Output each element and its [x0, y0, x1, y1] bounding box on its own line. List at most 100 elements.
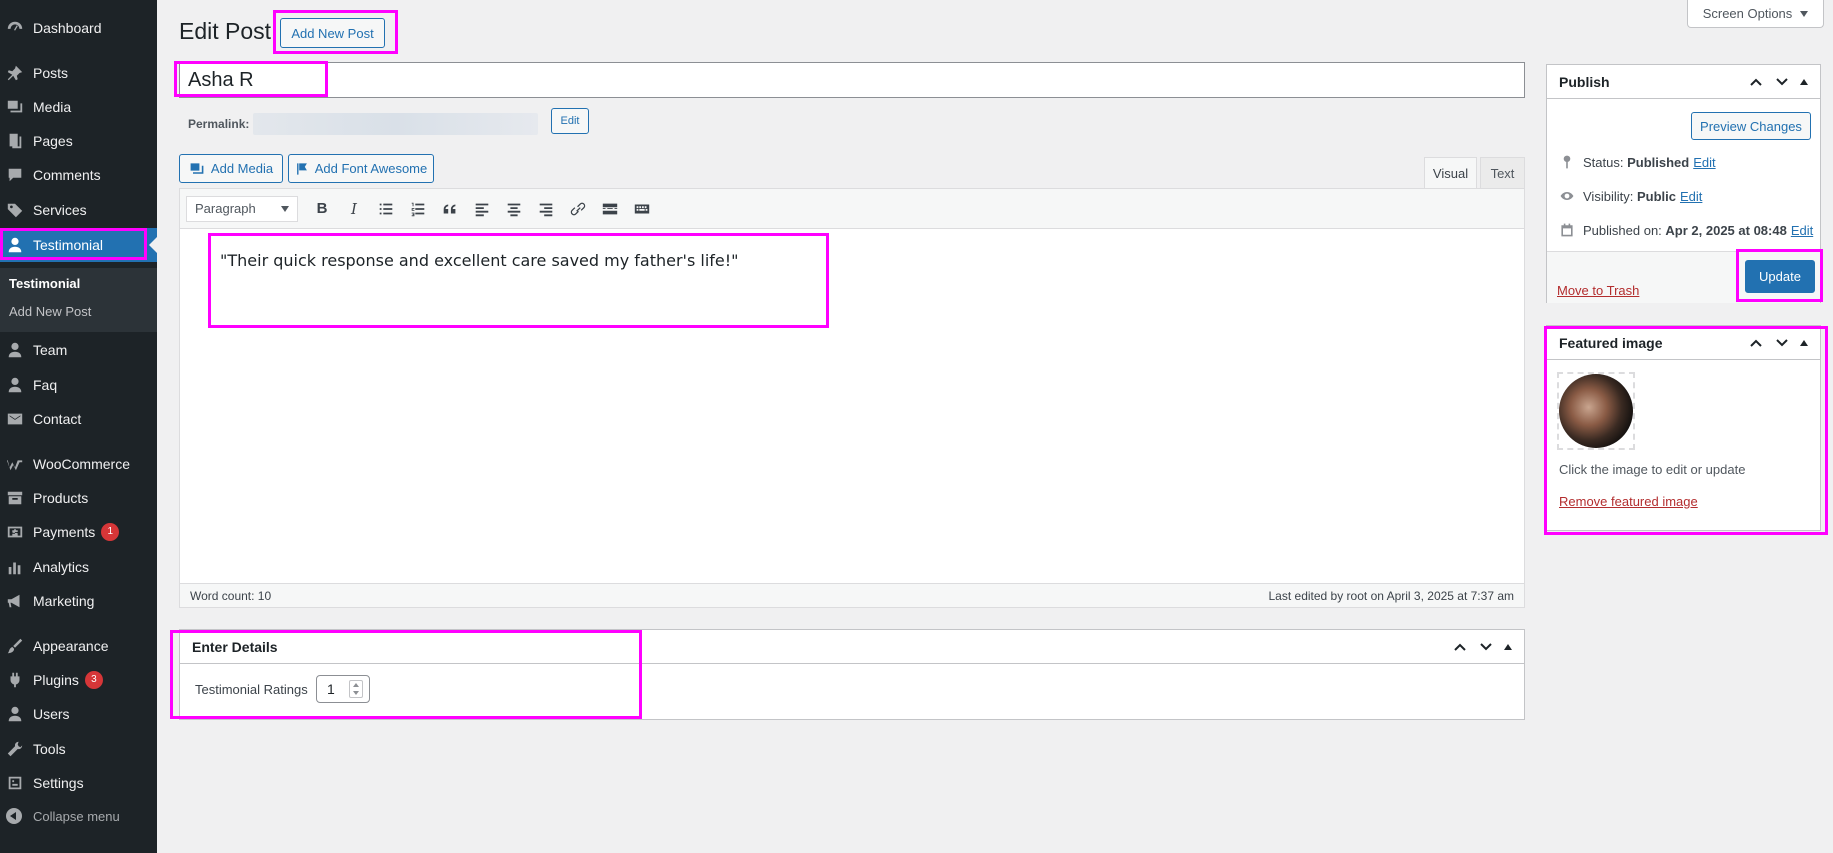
collapse-menu-button[interactable]: Collapse menu [0, 804, 120, 828]
sidebar-item-label: Team [33, 342, 68, 358]
submenu-item-add-new-post[interactable]: Add New Post [9, 304, 91, 319]
sidebar-item-label: Services [33, 202, 87, 218]
settings-icon [5, 773, 25, 793]
collapse-icon [6, 808, 22, 824]
move-up-icon[interactable] [1748, 335, 1764, 351]
permalink-url-blurred[interactable] [253, 113, 539, 135]
insert-link-button[interactable] [562, 195, 594, 223]
sidebar-item-posts[interactable]: Posts [0, 56, 157, 90]
sidebar-item-label: Plugins [33, 672, 79, 688]
toggle-panel-icon[interactable] [1800, 78, 1808, 85]
align-right-button[interactable] [530, 195, 562, 223]
sidebar-item-label: Appearance [33, 638, 109, 654]
status-value: Published [1627, 154, 1690, 170]
sidebar-item-label: Marketing [33, 593, 95, 609]
last-edited: Last edited by root on April 3, 2025 at … [1268, 588, 1515, 603]
italic-button[interactable]: I [338, 195, 370, 223]
money-icon [5, 522, 25, 542]
align-left-button[interactable] [466, 195, 498, 223]
featured-image-box: Featured image Click the image to edit o… [1546, 325, 1821, 531]
toggle-panel-icon[interactable] [1800, 339, 1808, 346]
permalink-edit-button[interactable]: Edit [551, 108, 589, 134]
payments-badge: 1 [101, 523, 120, 541]
sidebar-item-label: Tools [33, 741, 66, 757]
sidebar-item-services[interactable]: Services [0, 193, 157, 227]
sidebar-item-analytics[interactable]: Analytics [0, 550, 157, 584]
featured-image-thumbnail[interactable] [1559, 374, 1633, 448]
tab-text[interactable]: Text [1480, 157, 1525, 189]
sidebar-item-settings[interactable]: Settings [0, 766, 157, 800]
admin-sidebar: Dashboard Posts Media Pages Comments Ser… [0, 0, 157, 853]
blockquote-button[interactable] [434, 195, 466, 223]
sidebar-item-products[interactable]: Products [0, 481, 157, 515]
sidebar-item-woocommerce[interactable]: WooCommerce [0, 447, 157, 481]
sidebar-item-comments[interactable]: Comments [0, 158, 157, 192]
bold-button[interactable]: B [306, 195, 338, 223]
enter-details-box: Enter Details Testimonial Ratings 1 [179, 629, 1525, 720]
screen-options-label: Screen Options [1702, 6, 1793, 21]
read-more-button[interactable] [594, 195, 626, 223]
sidebar-item-pages[interactable]: Pages [0, 124, 157, 158]
plugin-icon [5, 670, 25, 690]
sidebar-item-label: Faq [33, 377, 58, 393]
preview-changes-button[interactable]: Preview Changes [1691, 112, 1811, 140]
sidebar-item-label: WooCommerce [33, 456, 130, 472]
add-new-post-button[interactable]: Add New Post [280, 18, 385, 48]
published-label: Published on: [1583, 222, 1662, 238]
move-down-icon[interactable] [1774, 335, 1790, 351]
sidebar-item-faq[interactable]: Faq [0, 368, 157, 402]
sidebar-item-team[interactable]: Team [0, 333, 157, 367]
move-down-icon[interactable] [1774, 74, 1790, 90]
testimonial-submenu: Testimonial Add New Post [0, 268, 157, 332]
toggle-panel-icon[interactable] [1504, 643, 1512, 650]
align-center-button[interactable] [498, 195, 530, 223]
sidebar-item-label: Comments [33, 167, 101, 183]
add-media-button[interactable]: Add Media [179, 154, 283, 183]
add-font-awesome-button[interactable]: Add Font Awesome [288, 154, 434, 183]
publish-header: Publish [1547, 65, 1820, 99]
user-icon [5, 375, 25, 395]
comment-icon [5, 165, 25, 185]
sidebar-item-plugins[interactable]: Plugins 3 [0, 663, 157, 697]
move-up-icon[interactable] [1452, 639, 1468, 655]
format-select[interactable]: Paragraph [186, 195, 298, 222]
word-count: Word count: 10 [190, 588, 272, 603]
sidebar-item-contact[interactable]: Contact [0, 402, 157, 436]
numbered-list-button[interactable] [402, 195, 434, 223]
publish-title: Publish [1559, 73, 1610, 90]
post-title-input[interactable]: Asha R [179, 62, 1525, 98]
move-up-icon[interactable] [1748, 74, 1764, 90]
editor-content[interactable]: "Their quick response and excellent care… [220, 251, 739, 270]
megaphone-icon [5, 591, 25, 611]
status-edit-link[interactable]: Edit [1693, 155, 1715, 170]
visibility-edit-link[interactable]: Edit [1680, 189, 1702, 204]
sidebar-item-media[interactable]: Media [0, 90, 157, 124]
number-spinner[interactable] [349, 680, 363, 698]
published-edit-link[interactable]: Edit [1791, 223, 1813, 238]
bold-icon: B [316, 200, 328, 217]
toolbar-toggle-button[interactable] [626, 195, 658, 223]
bullet-list-button[interactable] [370, 195, 402, 223]
sidebar-item-marketing[interactable]: Marketing [0, 584, 157, 618]
editor-toolbar: Paragraph B I [180, 189, 1524, 229]
align-center-icon [507, 203, 521, 216]
sidebar-item-appearance[interactable]: Appearance [0, 629, 157, 663]
move-to-trash-link[interactable]: Move to Trash [1557, 283, 1639, 298]
sidebar-item-users[interactable]: Users [0, 697, 157, 731]
ratings-number-input[interactable]: 1 [316, 675, 370, 703]
sidebar-item-tools[interactable]: Tools [0, 732, 157, 766]
update-button[interactable]: Update [1745, 260, 1815, 293]
screen-options-button[interactable]: Screen Options [1687, 0, 1824, 28]
tab-visual[interactable]: Visual [1424, 157, 1477, 189]
sidebar-item-payments[interactable]: Payments 1 [0, 515, 157, 549]
editor-status-bar: Word count: 10 Last edited by root on Ap… [180, 583, 1524, 607]
eye-icon [1560, 192, 1574, 200]
sidebar-item-testimonial[interactable]: Testimonial [0, 228, 157, 262]
sidebar-item-dashboard[interactable]: Dashboard [0, 11, 157, 45]
submenu-item-testimonial[interactable]: Testimonial [9, 276, 80, 291]
move-down-icon[interactable] [1478, 639, 1494, 655]
page-title: Edit Post [179, 18, 272, 44]
status-row: Status: Published Edit [1559, 154, 1716, 170]
remove-featured-image-link[interactable]: Remove featured image [1559, 494, 1698, 509]
permalink-row: Permalink: [188, 113, 539, 135]
